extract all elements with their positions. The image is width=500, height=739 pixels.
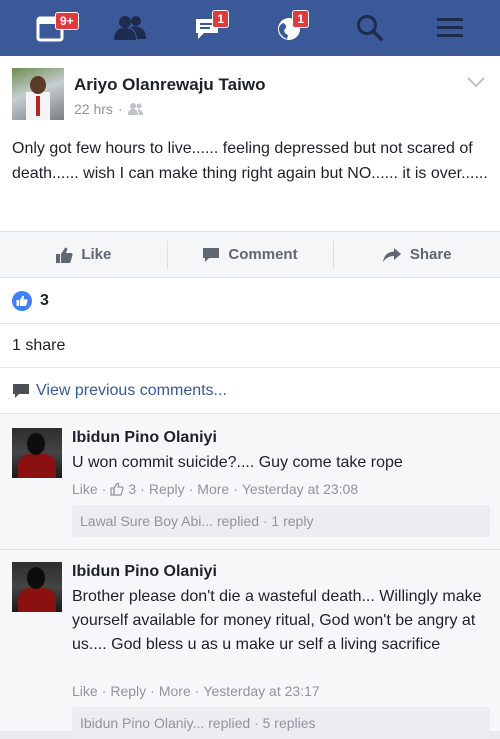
post-time[interactable]: 22 hrs	[74, 101, 113, 117]
like-label: Like	[81, 246, 112, 263]
post-card: Ariyo Olanrewaju Taiwo 22 hrs · Only got…	[0, 56, 500, 231]
share-count[interactable]: 1 share	[0, 324, 500, 368]
comment-more-link[interactable]: More	[159, 683, 191, 699]
share-button[interactable]: Share	[333, 232, 500, 277]
share-label: Share	[409, 246, 452, 263]
post-author-name[interactable]: Ariyo Olanrewaju Taiwo	[74, 75, 265, 95]
comment-replies-summary[interactable]: Ibidun Pino Olaniy... replied · 5 replie…	[72, 707, 490, 739]
thumbs-up-outline-icon	[110, 482, 124, 496]
share-arrow-icon	[382, 247, 401, 262]
comment-meta: Like · 3 · Reply · More · Yesterday at 2…	[72, 481, 359, 497]
comment-icon	[13, 383, 29, 398]
friends-button[interactable]	[105, 6, 155, 50]
notifications-badge: 9+	[55, 12, 79, 30]
messages-button[interactable]: 1	[185, 6, 235, 50]
post-meta: 22 hrs ·	[74, 101, 144, 117]
commenter-avatar[interactable]	[12, 428, 62, 478]
thumbs-up-icon	[56, 247, 73, 263]
menu-button[interactable]	[425, 6, 475, 50]
like-reaction-icon	[12, 290, 32, 311]
comment-icon	[203, 247, 220, 262]
comment-time[interactable]: Yesterday at 23:17	[203, 683, 319, 699]
comment-more-link[interactable]: More	[197, 481, 229, 497]
reactions-summary[interactable]: 3	[0, 278, 500, 324]
comment-time[interactable]: Yesterday at 23:08	[242, 481, 358, 497]
commenter-name[interactable]: Ibidun Pino Olaniyi	[72, 563, 217, 581]
comment-reply-link[interactable]: Reply	[149, 481, 185, 497]
search-button[interactable]	[345, 6, 395, 50]
comment-like-link[interactable]: Like	[72, 481, 98, 497]
comment-reaction-count[interactable]: 3	[128, 481, 136, 497]
globe-badge: 1	[292, 10, 309, 28]
chevron-down-icon[interactable]	[466, 76, 486, 88]
comment-button[interactable]: Comment	[166, 232, 334, 277]
notifications-button[interactable]: 9+	[25, 6, 79, 50]
comment-like-link[interactable]: Like	[72, 683, 98, 699]
comment-replies-summary[interactable]: Lawal Sure Boy Abi... replied · 1 reply	[72, 505, 490, 537]
view-previous-label: View previous comments...	[36, 381, 227, 399]
like-button[interactable]: Like	[0, 232, 167, 277]
post-actions-bar: Like Comment Share	[0, 231, 500, 278]
top-nav-bar: 9+ 1 1	[0, 0, 500, 56]
friends-icon	[114, 16, 146, 40]
menu-icon	[437, 18, 463, 37]
friends-audience-icon	[127, 103, 143, 115]
view-previous-comments[interactable]: View previous comments...	[0, 368, 500, 414]
post-author-avatar[interactable]	[12, 68, 64, 120]
comment-divider	[0, 549, 500, 550]
comments-list: Ibidun Pino Olaniyi U won commit suicide…	[0, 414, 500, 739]
messages-badge: 1	[212, 10, 229, 28]
comment-text: U won commit suicide?.... Guy come take …	[72, 454, 403, 471]
comment-reply-link[interactable]: Reply	[110, 683, 146, 699]
comment-text: Brother please don't die a wasteful deat…	[72, 588, 482, 653]
post-text: Only got few hours to live...... feeling…	[12, 140, 488, 182]
comment-label: Comment	[228, 246, 298, 263]
search-icon	[357, 15, 383, 41]
commenter-avatar[interactable]	[12, 562, 62, 612]
comment-meta: Like · Reply · More · Yesterday at 23:17	[72, 683, 320, 699]
globe-button[interactable]: 1	[265, 6, 315, 50]
reaction-count: 3	[40, 291, 49, 309]
commenter-name[interactable]: Ibidun Pino Olaniyi	[72, 429, 217, 447]
